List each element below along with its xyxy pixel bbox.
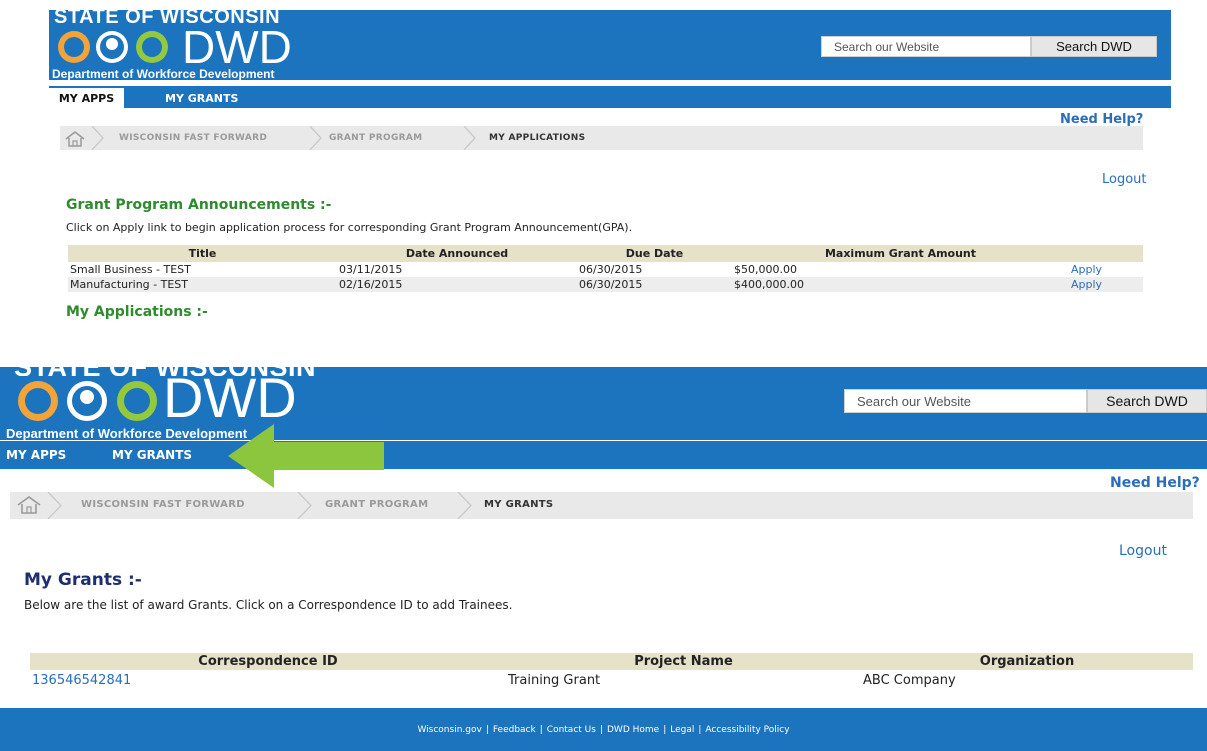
date-announced: 02/16/2015 xyxy=(337,277,577,292)
left-arrow-icon xyxy=(228,424,386,488)
announcements-description: Click on Apply link to begin application… xyxy=(66,221,633,234)
dwd-logo-icon[interactable] xyxy=(12,379,182,423)
announcements-heading: Grant Program Announcements :- xyxy=(66,197,332,213)
my-grants-heading: My Grants :- xyxy=(24,570,142,590)
max-grant-amount: $400,000.00 xyxy=(732,277,1069,292)
footer: Wisconsin.gov | Feedback | Contact Us | … xyxy=(0,708,1207,751)
breadcrumb-item-grant-program[interactable]: GRANT PROGRAM xyxy=(325,499,428,510)
footer-separator: | xyxy=(539,724,543,735)
tab-my-grants[interactable]: MY GRANTS xyxy=(112,444,192,466)
logout-link[interactable]: Logout xyxy=(1102,172,1147,187)
breadcrumb-item-grant-program[interactable]: GRANT PROGRAM xyxy=(329,133,422,143)
project-name: Training Grant xyxy=(508,672,601,688)
applications-heading: My Applications :- xyxy=(66,304,208,320)
column-header: Due Date xyxy=(577,245,732,262)
dwd-wordmark: DWD xyxy=(182,21,292,73)
search-button[interactable]: Search DWD xyxy=(1087,389,1207,413)
need-help-link[interactable]: Need Help? xyxy=(1110,475,1200,491)
column-header: Project Name xyxy=(506,653,861,670)
announcements-table: Title Date Announced Due Date Maximum Gr… xyxy=(68,245,1143,292)
department-name: Department of Workforce Development xyxy=(52,67,275,81)
need-help-link[interactable]: Need Help? xyxy=(1060,112,1143,127)
home-icon[interactable] xyxy=(62,129,88,149)
search-input[interactable]: Search our Website xyxy=(844,389,1087,413)
logout-link[interactable]: Logout xyxy=(1119,543,1167,559)
column-header: Title xyxy=(68,245,337,262)
date-announced: 03/11/2015 xyxy=(339,263,403,276)
footer-separator: | xyxy=(698,724,702,735)
breadcrumb-separator-icon xyxy=(297,492,312,519)
column-header: Date Announced xyxy=(337,245,577,262)
footer-separator: | xyxy=(663,724,667,735)
organization: ABC Company xyxy=(863,672,956,688)
due-date: 06/30/2015 xyxy=(577,277,732,292)
department-name: Department of Workforce Development xyxy=(6,426,248,441)
correspondence-id-link[interactable]: 136546542841 xyxy=(30,670,506,690)
breadcrumb-item-current: MY GRANTS xyxy=(484,499,554,510)
table-header-row: Correspondence ID Project Name Organizat… xyxy=(30,653,1193,670)
footer-link-dwd-home[interactable]: DWD Home xyxy=(607,725,659,735)
breadcrumb-item-wff[interactable]: WISCONSIN FAST FORWARD xyxy=(81,499,245,510)
column-header: Maximum Grant Amount xyxy=(732,245,1069,262)
breadcrumb-separator-icon xyxy=(463,126,476,150)
breadcrumb-separator-icon xyxy=(309,126,322,150)
column-header xyxy=(1069,245,1143,262)
tab-my-apps[interactable]: MY APPS xyxy=(49,88,124,108)
table-row: Small Business - TEST 03/11/2015 06/30/2… xyxy=(68,262,1143,277)
apply-link[interactable]: Apply xyxy=(1069,262,1143,277)
footer-separator: | xyxy=(485,724,489,735)
column-header: Organization xyxy=(861,653,1193,670)
tab-my-apps[interactable]: MY APPS xyxy=(6,444,66,466)
dwd-logo-icon[interactable] xyxy=(52,29,180,65)
table-header-row: Title Date Announced Due Date Maximum Gr… xyxy=(68,245,1143,262)
apply-link[interactable]: Apply xyxy=(1069,277,1143,292)
grant-title: Manufacturing - TEST xyxy=(68,277,337,292)
grants-description: Below are the list of award Grants. Clic… xyxy=(24,598,513,612)
table-row: Manufacturing - TEST 02/16/2015 06/30/20… xyxy=(68,277,1143,292)
dwd-wordmark: DWD xyxy=(163,366,297,429)
footer-link-feedback[interactable]: Feedback xyxy=(493,725,536,735)
breadcrumb-separator-icon xyxy=(47,492,62,519)
grant-title: Small Business - TEST xyxy=(70,263,191,276)
footer-link-legal[interactable]: Legal xyxy=(670,725,694,735)
table-row: 136546542841 Training Grant ABC Company xyxy=(30,670,1193,690)
search-button[interactable]: Search DWD xyxy=(1031,36,1157,57)
search-input[interactable]: Search our Website xyxy=(821,36,1031,57)
breadcrumb-separator-icon xyxy=(91,126,104,150)
footer-link-accessibility[interactable]: Accessibility Policy xyxy=(705,725,789,735)
grants-table: Correspondence ID Project Name Organizat… xyxy=(30,653,1193,690)
breadcrumb-item-wff[interactable]: WISCONSIN FAST FORWARD xyxy=(119,133,267,143)
breadcrumb-item-current: MY APPLICATIONS xyxy=(489,133,586,143)
footer-link-contact-us[interactable]: Contact Us xyxy=(547,725,596,735)
footer-separator: | xyxy=(599,724,603,735)
tab-my-grants[interactable]: MY GRANTS xyxy=(165,88,238,108)
max-grant-amount: $50,000.00 xyxy=(734,263,797,276)
home-icon[interactable] xyxy=(14,494,44,516)
column-header: Correspondence ID xyxy=(30,653,506,670)
breadcrumb-separator-icon xyxy=(457,492,472,519)
footer-link-wisconsin-gov[interactable]: Wisconsin.gov xyxy=(417,725,481,735)
due-date: 06/30/2015 xyxy=(579,263,643,276)
